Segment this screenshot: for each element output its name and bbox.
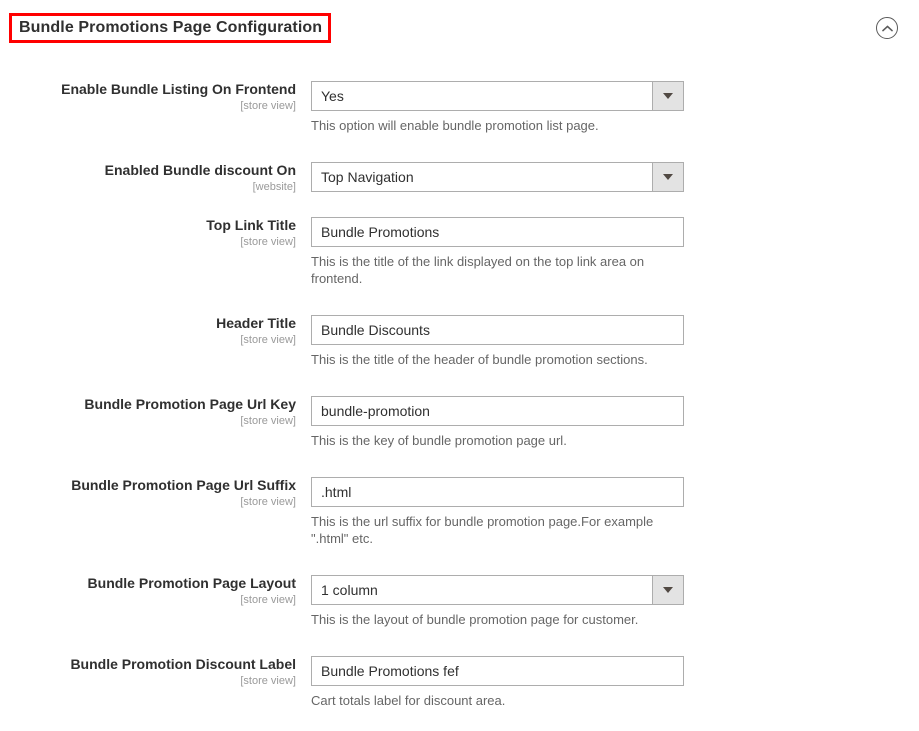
chevron-down-glyph (663, 587, 673, 593)
field-label: Header Title (216, 315, 296, 331)
section-title-highlight: Bundle Promotions Page Configuration (9, 13, 332, 43)
field-row: Bundle Promotion Page Url Suffix [store v… (0, 477, 919, 547)
field-label-column: Bundle Promotion Page Url Suffix [store v… (0, 477, 296, 509)
select-value[interactable]: Top Navigation (311, 162, 684, 192)
field-label-column: Enabled Bundle discount On [website] (0, 162, 296, 194)
config-page: Bundle Promotions Page Configuration Ena… (0, 0, 919, 731)
section-header: Bundle Promotions Page Configuration (0, 0, 919, 56)
field-scope-label: [store view] (240, 594, 296, 606)
field-label-column: Bundle Promotion Page Layout [store view] (0, 575, 296, 607)
chevron-down-glyph (663, 174, 673, 180)
field-row: Enabled Bundle discount On [website] Top N… (0, 162, 919, 194)
field-row: Bundle Promotion Discount Label [store vi… (0, 656, 919, 709)
field-label-column: Header Title [store view] (0, 315, 296, 347)
text-input[interactable] (311, 656, 684, 686)
field-help-text: This is the layout of bundle promotion p… (311, 612, 639, 627)
field-scope-label: [store view] (240, 496, 296, 508)
field-scope-label: [store view] (240, 334, 296, 346)
select-value[interactable]: Yes (311, 81, 684, 111)
chevron-down-glyph (663, 93, 673, 99)
field-help-text: This is the title of the link displayed … (311, 254, 645, 286)
page-title: Bundle Promotions Page Configuration (19, 18, 323, 36)
field-help-text: This is the key of bundle promotion page… (311, 433, 567, 448)
select-dropdown[interactable]: Top Navigation (311, 162, 684, 192)
field-control-column: This is the title of the link displayed … (296, 217, 919, 287)
field-label: Enabled Bundle discount On (104, 162, 296, 178)
field-help-text: Cart totals label for discount area. (311, 693, 506, 708)
chevron-up-circle-icon[interactable] (876, 17, 898, 39)
field-control-column: This is the url suffix for bundle promot… (296, 477, 919, 547)
field-label: Bundle Promotion Page Layout (87, 575, 296, 591)
field-row: Bundle Promotion Page Layout [store view]… (0, 575, 919, 628)
chevron-down-icon[interactable] (652, 575, 684, 605)
field-row: Enable Bundle Listing On Frontend [store … (0, 81, 919, 134)
field-label: Bundle Promotion Page Url Suffix (71, 477, 296, 493)
select-dropdown[interactable]: 1 column (311, 575, 684, 605)
field-help-text: This is the url suffix for bundle promot… (311, 514, 654, 546)
field-row: Bundle Promotion Page Url Key [store view… (0, 396, 919, 449)
text-input[interactable] (311, 396, 684, 426)
field-control-column: Yes This option will enable bundle promot… (296, 81, 919, 134)
chevron-down-icon[interactable] (652, 162, 684, 192)
select-dropdown[interactable]: Yes (311, 81, 684, 111)
field-label-column: Top Link Title [store view] (0, 217, 296, 249)
field-label: Top Link Title (206, 217, 296, 233)
field-control-column: This is the key of bundle promotion page… (296, 396, 919, 449)
field-label-column: Bundle Promotion Page Url Key [store view… (0, 396, 296, 428)
field-label: Bundle Promotion Discount Label (70, 656, 296, 672)
field-control-column: 1 column This is the layout of bundle pro… (296, 575, 919, 628)
field-scope-label: [store view] (240, 100, 296, 112)
field-help-text: This option will enable bundle promotion… (311, 118, 599, 133)
field-row: Header Title [store view] This is the titl… (0, 315, 919, 368)
field-scope-label: [store view] (240, 415, 296, 427)
text-input[interactable] (311, 477, 684, 507)
field-label-column: Bundle Promotion Discount Label [store vi… (0, 656, 296, 688)
field-scope-label: [website] (252, 181, 296, 193)
text-input[interactable] (311, 315, 684, 345)
chevron-down-icon[interactable] (652, 81, 684, 111)
select-value[interactable]: 1 column (311, 575, 684, 605)
field-control-column: Cart totals label for discount area. (296, 656, 919, 709)
field-help-text: This is the title of the header of bundl… (311, 352, 648, 367)
field-control-column: Top Navigation (296, 162, 919, 192)
field-control-column: This is the title of the header of bundl… (296, 315, 919, 368)
field-label: Enable Bundle Listing On Frontend (61, 81, 296, 97)
field-scope-label: [store view] (240, 675, 296, 687)
field-label-column: Enable Bundle Listing On Frontend [store … (0, 81, 296, 113)
field-label: Bundle Promotion Page Url Key (84, 396, 296, 412)
text-input[interactable] (311, 217, 684, 247)
field-scope-label: [store view] (240, 236, 296, 248)
field-row: Top Link Title [store view] This is the ti… (0, 217, 919, 287)
